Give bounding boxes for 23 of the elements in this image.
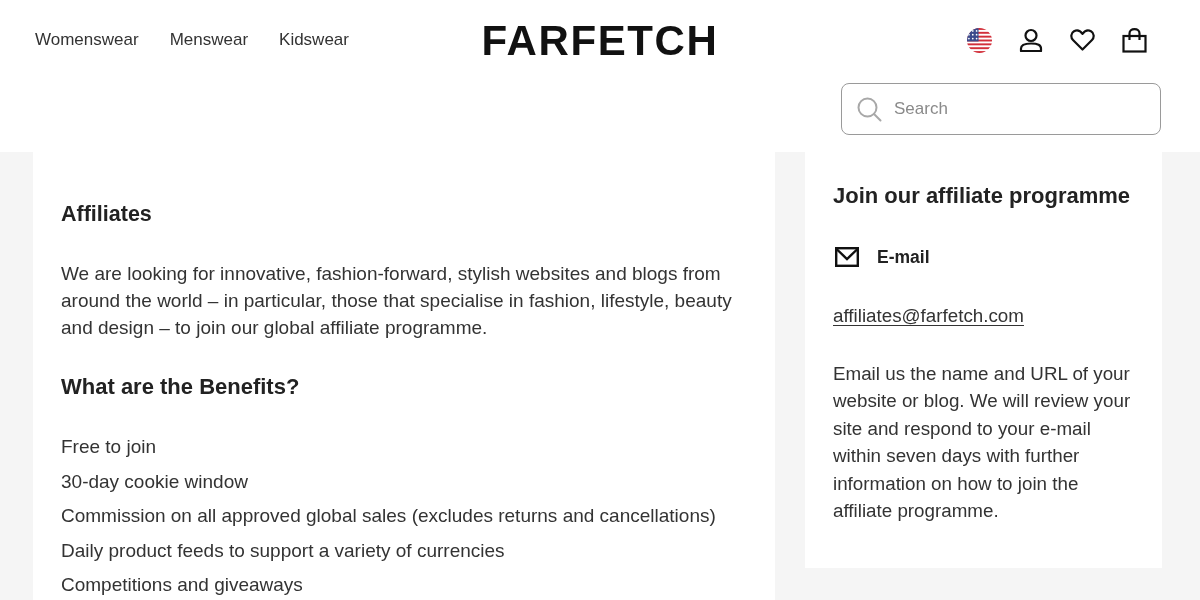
logo[interactable]: FARFETCH [481, 20, 719, 61]
nav-link[interactable]: Menswear [169, 30, 249, 50]
benefit-item: Free to join [61, 435, 158, 459]
contact-label: E-mail [877, 246, 930, 269]
section-heading: What are the Benefits? [61, 374, 301, 400]
sidebar-paragraph: Email us the name and URL of your website or blog. We will review your site and respond to your e-mail within seven days with further information on how to join the affiliate programme. [833, 362, 1132, 524]
account-icon[interactable] [1019, 28, 1043, 52]
nav-link[interactable]: Womenswear [35, 30, 139, 50]
benefit-item: Daily product feeds to support a variety of currencies [61, 538, 506, 563]
benefit-item: 30-day cookie window [61, 469, 249, 494]
search-field[interactable]: Search [841, 83, 1161, 135]
benefit-item: Competitions and giveaways [61, 573, 304, 597]
heart-icon[interactable] [1070, 29, 1095, 51]
nav-link[interactable]: Kidswear [279, 30, 349, 50]
shopping-bag-icon[interactable] [1122, 27, 1147, 53]
intro-paragraph: We are looking for innovative, fashion-forward, stylish websites and blogs from around the world – in particular, those that specialise in fashion, lifestyle, beauty and design – to join our global affiliate programme. [61, 262, 733, 340]
envelope-icon [835, 247, 859, 267]
search-icon [857, 97, 882, 122]
benefit-item: Commission on all approved global sales (excludes returns and cancellations) [61, 504, 717, 528]
page-title: Affiliates [61, 201, 153, 227]
email-link[interactable]: affiliates@farfetch.com [833, 304, 1024, 328]
sidebar-title: Join our affiliate programme [833, 182, 1132, 210]
us-flag-icon[interactable] [967, 27, 992, 53]
